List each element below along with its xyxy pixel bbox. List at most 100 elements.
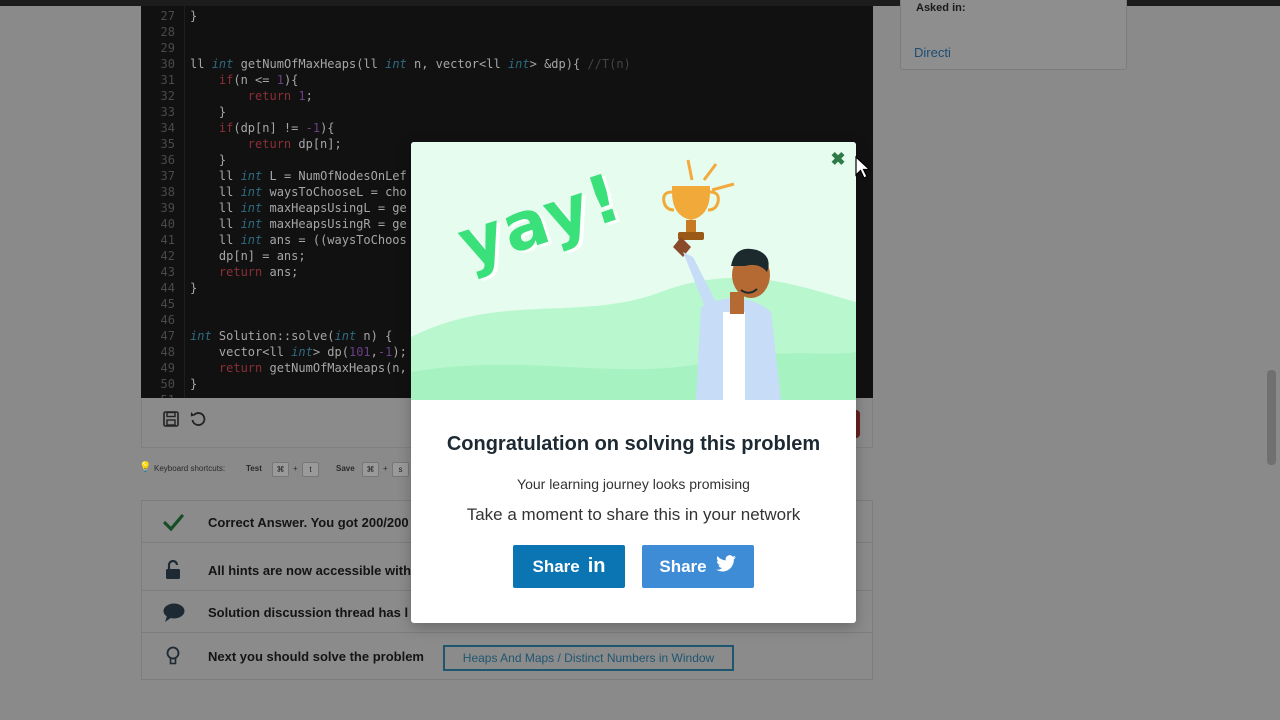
code-text: } [190, 8, 197, 24]
code-text: } [190, 280, 197, 296]
code-text: if(n <= 1){ [190, 72, 299, 88]
code-line: 27} [141, 8, 873, 24]
result-text: Solution discussion thread has l [208, 605, 409, 620]
code-line: 32 return 1; [141, 88, 873, 104]
code-token: ){ [283, 73, 299, 87]
code-token: int [385, 57, 407, 71]
line-number: 37 [160, 169, 175, 183]
modal-title: Congratulation on solving this problem [446, 433, 821, 455]
code-token: int [240, 233, 263, 247]
code-token: return [247, 137, 292, 151]
code-token: ll [190, 217, 241, 231]
mouse-cursor-icon [855, 156, 871, 179]
line-number: 50 [160, 377, 175, 391]
share-twitter-button[interactable]: Share [642, 545, 754, 588]
code-text: return getNumOfMaxHeaps(n, [190, 360, 407, 376]
code-token: (dp[n] != [233, 121, 306, 135]
chat-icon [162, 601, 185, 623]
code-text: ll int waysToChooseL = cho [190, 184, 407, 200]
line-number: 44 [160, 281, 175, 295]
line-number: 46 [160, 313, 175, 327]
close-icon[interactable]: ✖ [829, 150, 847, 168]
line-number: 32 [160, 89, 175, 103]
code-text: } [190, 376, 197, 392]
code-token: } [190, 377, 198, 391]
code-text: ll int maxHeapsUsingL = ge [190, 200, 407, 216]
undo-icon[interactable] [188, 410, 208, 430]
code-token: } [190, 105, 227, 119]
code-text: ll int maxHeapsUsingR = ge [190, 216, 407, 232]
code-token: vector<ll [190, 345, 292, 359]
line-number: 36 [160, 153, 175, 167]
line-number: 40 [160, 217, 175, 231]
save-icon[interactable] [161, 410, 181, 430]
code-token: ll [190, 57, 212, 71]
code-token: n, vector<ll [406, 57, 508, 71]
twitter-icon [715, 555, 737, 578]
code-token: int [240, 201, 263, 215]
code-token: int [507, 57, 530, 71]
code-token: dp[n] = ans; [190, 249, 306, 263]
code-token: ){ [320, 121, 335, 135]
shortcuts-label: Keyboard shortcuts: [154, 464, 226, 473]
code-line: 33 } [141, 104, 873, 120]
code-token: if [218, 73, 234, 87]
code-token: 1 [276, 73, 284, 87]
code-line: 31 if(n <= 1){ [141, 72, 873, 88]
share-prompt: Take a moment to share this in your netw… [466, 505, 801, 524]
line-number: 30 [160, 57, 175, 71]
check-icon [162, 511, 184, 533]
celebration-illustration: yay! ✖ [411, 142, 856, 400]
code-token: n) { [356, 329, 393, 343]
code-token: int [240, 185, 263, 199]
line-number: 31 [160, 73, 175, 87]
code-token: > dp( [312, 345, 349, 359]
code-token: -1 [377, 345, 393, 359]
code-token: int [190, 329, 212, 343]
modal-subtitle: Your learning journey looks promising [517, 476, 750, 492]
share-linkedin-button[interactable]: Share in [513, 545, 625, 588]
code-text: ll int ans = ((waysToChoos [190, 232, 407, 248]
code-token: maxHeapsUsingR = ge [262, 217, 407, 231]
line-number: 35 [160, 137, 175, 151]
share-twitter-label: Share [659, 556, 707, 576]
code-token: Solution::solve( [211, 329, 335, 343]
code-token: getNumOfMaxHeaps(ll [233, 57, 386, 71]
code-line: 34 if(dp[n] != -1){ [141, 120, 873, 136]
t-key: t [302, 462, 319, 477]
code-text: int Solution::solve(int n) { [190, 328, 392, 344]
bulb-icon [162, 645, 184, 667]
bulb-icon: 💡 [139, 462, 152, 473]
share-linkedin-label: Share [532, 556, 580, 576]
code-token: dp[n]; [291, 137, 342, 151]
line-number: 43 [160, 265, 175, 279]
next-problem-link[interactable]: Heaps And Maps / Distinct Numbers in Win… [443, 645, 734, 671]
code-text: ll int getNumOfMaxHeaps(ll int n, vector… [190, 56, 631, 72]
line-number: 42 [160, 249, 175, 263]
code-token: > &dp){ [529, 57, 588, 71]
line-number: 38 [160, 185, 175, 199]
code-token: L = NumOfNodesOnLef [262, 169, 407, 183]
code-token: (n <= [233, 73, 277, 87]
line-number: 29 [160, 41, 175, 55]
line-number: 34 [160, 121, 175, 135]
code-token: ; [305, 89, 313, 103]
code-token: int [334, 329, 357, 343]
page-scrollbar[interactable] [1267, 370, 1276, 465]
code-token: ans = ((waysToChoos [262, 233, 407, 247]
company-link[interactable]: Directi [914, 45, 951, 60]
line-number: 49 [160, 361, 175, 375]
code-token: //T(n) [587, 57, 631, 71]
code-text: return ans; [190, 264, 298, 280]
code-token: waysToChooseL = cho [262, 185, 407, 199]
code-token: ); [392, 345, 407, 359]
line-number: 41 [160, 233, 175, 247]
code-token: -1 [305, 121, 321, 135]
code-line: 28 [141, 24, 873, 40]
success-modal: yay! ✖ Congratulation on solving this pr… [411, 142, 856, 623]
code-token: if [218, 121, 234, 135]
